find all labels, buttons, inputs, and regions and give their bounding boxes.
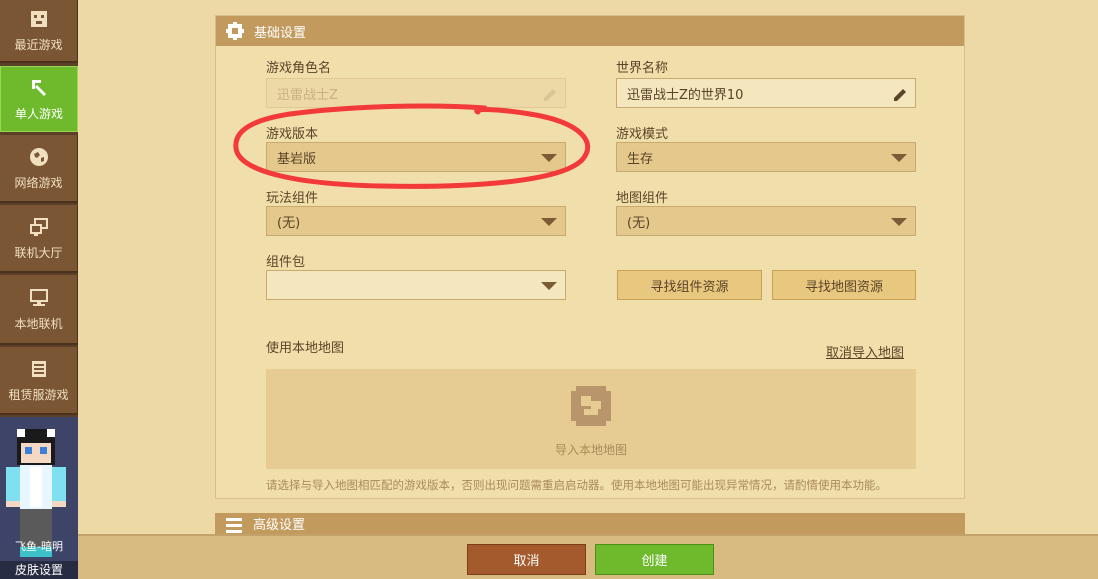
world-name-value: 迅雷战士Z的世界10 [627, 87, 744, 103]
player-skin-avatar [0, 417, 78, 579]
local-map-label: 使用本地地图 [266, 341, 345, 356]
pencil-icon[interactable] [891, 85, 909, 103]
pickaxe-icon [32, 79, 46, 96]
chevron-down-icon [541, 218, 557, 226]
map-addon-value: (无) [627, 215, 651, 231]
sidebar-item-rental-server[interactable]: 租赁服游戏 [0, 347, 78, 415]
globe-icon [29, 147, 48, 166]
addon-pack-label: 组件包 [266, 255, 306, 270]
server-icon [31, 360, 46, 377]
sidebar-item-label: 最近游戏 [14, 38, 63, 52]
sidebar-item-label: 单人游戏 [14, 106, 63, 121]
skin-settings-button[interactable]: 皮肤设置 [0, 561, 78, 579]
sidebar-item-local-lan[interactable]: 本地联机 [0, 275, 78, 345]
gear-icon [226, 22, 244, 40]
gamepad-icon [30, 11, 47, 27]
map-addon-select[interactable]: (无) [616, 206, 916, 236]
sidebar-item-lobby[interactable]: 联机大厅 [0, 205, 78, 273]
import-map-icon [571, 385, 611, 426]
basic-settings-header[interactable]: 基础设置 [216, 16, 964, 46]
chevron-down-icon [541, 282, 557, 290]
local-map-note: 请选择与导入地图相匹配的游戏版本，否则出现问题需重启启动器。使用本地地图可能出现… [266, 478, 887, 492]
sidebar-item-label: 联机大厅 [14, 245, 63, 260]
cancel-import-map-link[interactable]: 取消导入地图 [826, 342, 904, 361]
red-annotation-circle [233, 103, 591, 189]
network-icon [29, 217, 48, 236]
import-local-map-text: 导入本地地图 [554, 442, 627, 457]
import-local-map-dropzone[interactable]: 导入本地地图 [266, 369, 916, 469]
bottom-bar [78, 534, 1098, 579]
world-name-label: 世界名称 [616, 61, 669, 76]
advanced-settings-header[interactable]: 高级设置 [215, 513, 965, 534]
role-name-label: 游戏角色名 [266, 61, 332, 76]
cancel-button[interactable]: 取消 [467, 544, 586, 575]
sidebar-item-online[interactable]: 网络游戏 [0, 135, 78, 203]
find-addon-button[interactable]: 寻找组件资源 [617, 270, 762, 300]
skin-preview[interactable] [0, 417, 78, 579]
sidebar-item-label: 本地联机 [14, 316, 63, 331]
world-name-input[interactable]: 迅雷战士Z的世界10 [616, 78, 916, 108]
game-mode-label: 游戏模式 [616, 127, 669, 142]
sidebar-item-label: 租赁服游戏 [8, 387, 69, 402]
list-icon [226, 517, 242, 533]
basic-settings-title: 基础设置 [254, 25, 307, 41]
sidebar-item-label: 网络游戏 [14, 175, 63, 190]
chevron-down-icon [891, 218, 907, 226]
game-mode-select[interactable]: 生存 [616, 142, 916, 172]
create-button[interactable]: 创建 [595, 544, 714, 575]
game-mode-value: 生存 [627, 151, 654, 167]
addon-pack-select[interactable] [266, 270, 566, 300]
basic-settings-panel: 基础设置 游戏角色名 迅雷战士Z 世界名称 迅雷战士Z的世界10 游戏版本 基岩… [215, 15, 965, 499]
chevron-down-icon [891, 154, 907, 162]
monitor-icon [29, 288, 48, 306]
player-name: 飞鱼-暗明 [15, 540, 63, 553]
sidebar-item-single-player[interactable]: 单人游戏 [0, 66, 78, 132]
advanced-settings-title: 高级设置 [253, 518, 306, 533]
map-addon-label: 地图组件 [616, 191, 669, 206]
find-map-button[interactable]: 寻找地图资源 [772, 270, 916, 300]
sidebar: 最近游戏 单人游戏 网络游戏 联机大厅 本地联机 租赁服游戏 飞鱼-暗明 皮肤设… [0, 0, 78, 579]
sidebar-item-recent[interactable]: 最近游戏 [0, 0, 78, 63]
gameplay-addon-select[interactable]: (无) [266, 206, 566, 236]
gameplay-addon-value: (无) [277, 215, 301, 231]
